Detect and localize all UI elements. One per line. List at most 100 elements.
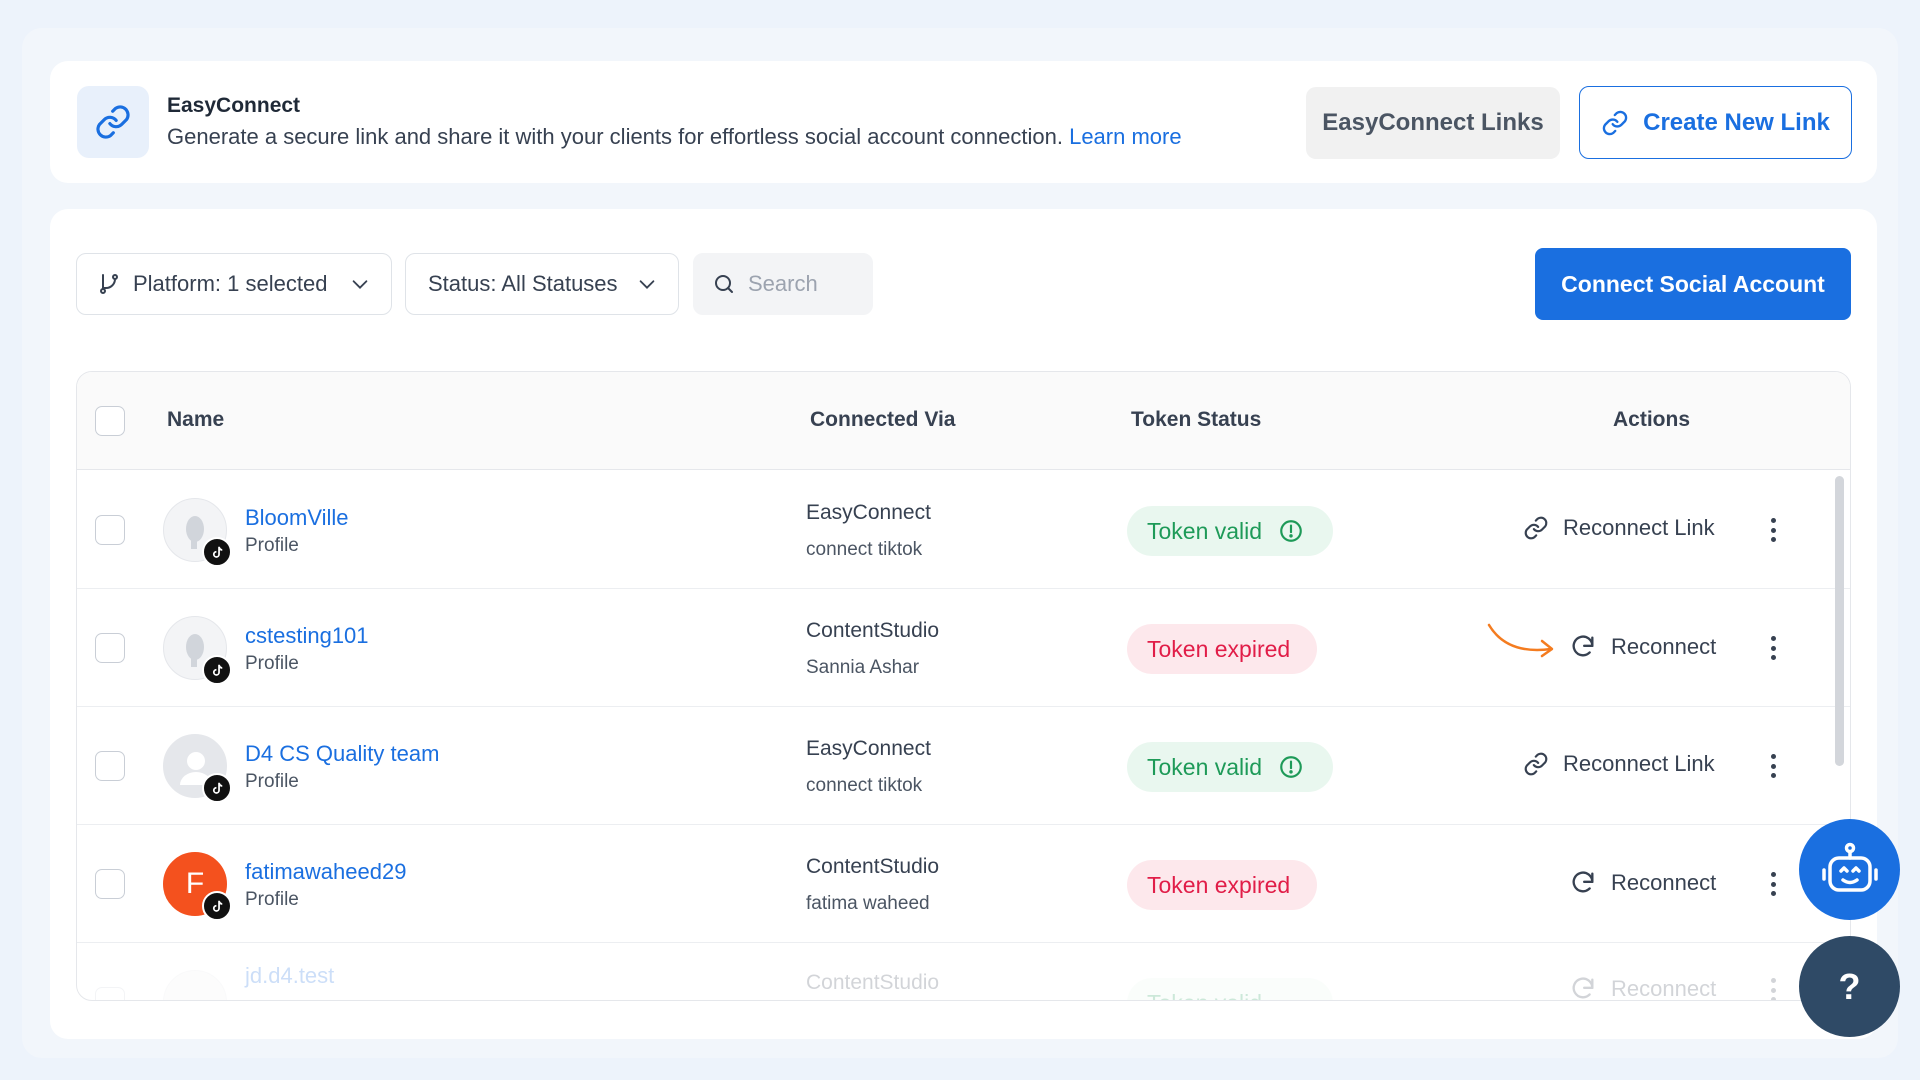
avatar bbox=[163, 616, 232, 685]
token-status-label: Token valid bbox=[1147, 753, 1263, 780]
chevron-down-icon bbox=[639, 280, 655, 289]
table-row: cstesting101 Profile ContentStudio Sanni… bbox=[77, 589, 1850, 707]
reconnect-link-button[interactable]: Reconnect Link bbox=[1523, 515, 1715, 541]
action-label: Reconnect Link bbox=[1563, 751, 1715, 776]
tiktok-icon bbox=[202, 773, 232, 803]
banner-description: Generate a secure link and share it with… bbox=[167, 124, 1182, 150]
connect-social-account-button[interactable]: Connect Social Account bbox=[1535, 248, 1851, 320]
avatar bbox=[163, 970, 227, 1000]
status-filter-label: Status: All Statuses bbox=[428, 271, 618, 296]
row-checkbox[interactable] bbox=[95, 869, 125, 899]
connected-via: EasyConnect bbox=[806, 501, 931, 524]
reconnect-button[interactable]: Reconnect bbox=[1569, 869, 1716, 897]
tiktok-icon bbox=[202, 655, 232, 685]
reconnect-button[interactable]: Reconnect bbox=[1569, 975, 1717, 1001]
link-icon bbox=[1524, 752, 1548, 776]
avatar-letter: F bbox=[185, 867, 205, 900]
search-placeholder: Search bbox=[748, 271, 818, 296]
account-name-link[interactable]: cstesting101 bbox=[245, 623, 369, 649]
account-type: Profile bbox=[245, 889, 299, 910]
row-checkbox[interactable] bbox=[95, 751, 125, 781]
reconnect-link-button[interactable]: Reconnect Link bbox=[1523, 751, 1715, 777]
row-checkbox[interactable] bbox=[95, 515, 125, 545]
chatbot-button[interactable] bbox=[1799, 819, 1900, 920]
action-label: Reconnect bbox=[1611, 976, 1717, 1001]
avatar bbox=[163, 498, 232, 567]
token-status-label: Token expired bbox=[1147, 635, 1291, 662]
robot-icon bbox=[1821, 842, 1878, 892]
chevron-down-icon bbox=[352, 280, 368, 289]
account-type: Profile bbox=[245, 653, 299, 674]
select-all-checkbox[interactable] bbox=[95, 406, 125, 436]
account-name-link[interactable]: jd.d4.test bbox=[245, 963, 334, 989]
column-header-connected-via: Connected Via bbox=[810, 408, 956, 431]
column-header-token-status: Token Status bbox=[1131, 408, 1262, 431]
learn-more-link[interactable]: Learn more bbox=[1069, 124, 1182, 149]
action-label: Reconnect Link bbox=[1563, 515, 1715, 540]
info-icon[interactable] bbox=[1278, 518, 1304, 544]
row-checkbox[interactable] bbox=[95, 633, 125, 663]
token-status-label: Token expired bbox=[1147, 871, 1291, 898]
avatar bbox=[163, 734, 232, 803]
search-icon bbox=[715, 275, 733, 293]
token-status-badge: Token valid bbox=[1127, 978, 1333, 1001]
token-status-label: Token valid bbox=[1147, 990, 1262, 1001]
connected-via-detail: fatima waheed bbox=[806, 893, 930, 914]
row-checkbox[interactable] bbox=[95, 987, 125, 1000]
refresh-icon bbox=[1572, 977, 1594, 999]
accounts-card: Platform: 1 selected Status: All Statuse… bbox=[50, 209, 1877, 1039]
tiktok-icon bbox=[202, 891, 232, 921]
connected-via-detail: Sannia Ashar bbox=[806, 657, 920, 678]
table-row: D4 CS Quality team Profile EasyConnect c… bbox=[77, 707, 1850, 825]
account-name-link[interactable]: fatimawaheed29 bbox=[245, 859, 406, 885]
reconnect-button[interactable]: Reconnect bbox=[1569, 633, 1716, 661]
connected-via: EasyConnect bbox=[806, 737, 931, 760]
tiktok-icon bbox=[202, 537, 232, 567]
curved-arrow-icon bbox=[1487, 623, 1554, 658]
more-options-icon[interactable] bbox=[1763, 515, 1783, 545]
avatar: F bbox=[163, 852, 232, 921]
banner-description-text: Generate a secure link and share it with… bbox=[167, 124, 1063, 149]
action-label: Reconnect bbox=[1611, 634, 1717, 659]
connected-via-detail: connect tiktok bbox=[806, 775, 923, 796]
action-label: Reconnect bbox=[1611, 870, 1717, 895]
token-status-badge: Token expired bbox=[1127, 624, 1317, 674]
connected-via-detail: connect tiktok bbox=[806, 539, 923, 560]
more-options-icon[interactable] bbox=[1763, 869, 1783, 899]
token-status-badge: Token expired bbox=[1127, 860, 1317, 910]
create-new-link-label: Create New Link bbox=[1643, 108, 1830, 136]
search-input[interactable]: Search bbox=[693, 253, 873, 315]
table-scrollbar[interactable] bbox=[1835, 476, 1844, 766]
column-header-name: Name bbox=[167, 408, 225, 431]
table-row: BloomVille Profile EasyConnect connect t… bbox=[77, 471, 1850, 589]
create-new-link-button[interactable]: Create New Link bbox=[1579, 86, 1852, 159]
info-icon[interactable] bbox=[1278, 754, 1304, 780]
refresh-icon bbox=[1572, 635, 1594, 657]
token-status-badge: Token valid bbox=[1127, 742, 1333, 792]
account-type: Profile bbox=[245, 535, 299, 556]
account-name-link[interactable]: D4 CS Quality team bbox=[245, 741, 439, 767]
connected-via: ContentStudio bbox=[806, 971, 940, 994]
link-icon bbox=[77, 86, 149, 158]
more-options-icon[interactable] bbox=[1763, 975, 1783, 1000]
refresh-icon bbox=[1572, 871, 1594, 893]
help-button[interactable]: ? bbox=[1799, 936, 1900, 1037]
column-header-actions: Actions bbox=[1613, 408, 1691, 431]
more-options-icon[interactable] bbox=[1763, 751, 1783, 781]
banner-title: EasyConnect bbox=[167, 94, 301, 117]
easyconnect-links-button[interactable]: EasyConnect Links bbox=[1306, 87, 1560, 159]
table-header: Name Connected Via Token Status Actions bbox=[77, 372, 1850, 470]
status-filter-dropdown[interactable]: Status: All Statuses bbox=[405, 253, 679, 315]
easyconnect-banner: EasyConnect Generate a secure link and s… bbox=[50, 61, 1877, 183]
link-icon bbox=[1602, 110, 1628, 135]
account-type: Profile bbox=[245, 771, 299, 792]
platform-filter-label: Platform: 1 selected bbox=[133, 271, 328, 296]
table-row: jd.d4.test ContentStudio Token valid Rec… bbox=[77, 943, 1850, 1001]
account-name-link[interactable]: BloomVille bbox=[245, 505, 349, 531]
link-icon bbox=[1524, 516, 1548, 540]
token-status-badge: Token valid bbox=[1127, 506, 1333, 556]
table-row: F fatimawaheed29 Profile ContentStudio f… bbox=[77, 825, 1850, 943]
more-options-icon[interactable] bbox=[1763, 633, 1783, 663]
accounts-table: Name Connected Via Token Status Actions … bbox=[76, 371, 1851, 1001]
platform-filter-dropdown[interactable]: Platform: 1 selected bbox=[76, 253, 392, 315]
